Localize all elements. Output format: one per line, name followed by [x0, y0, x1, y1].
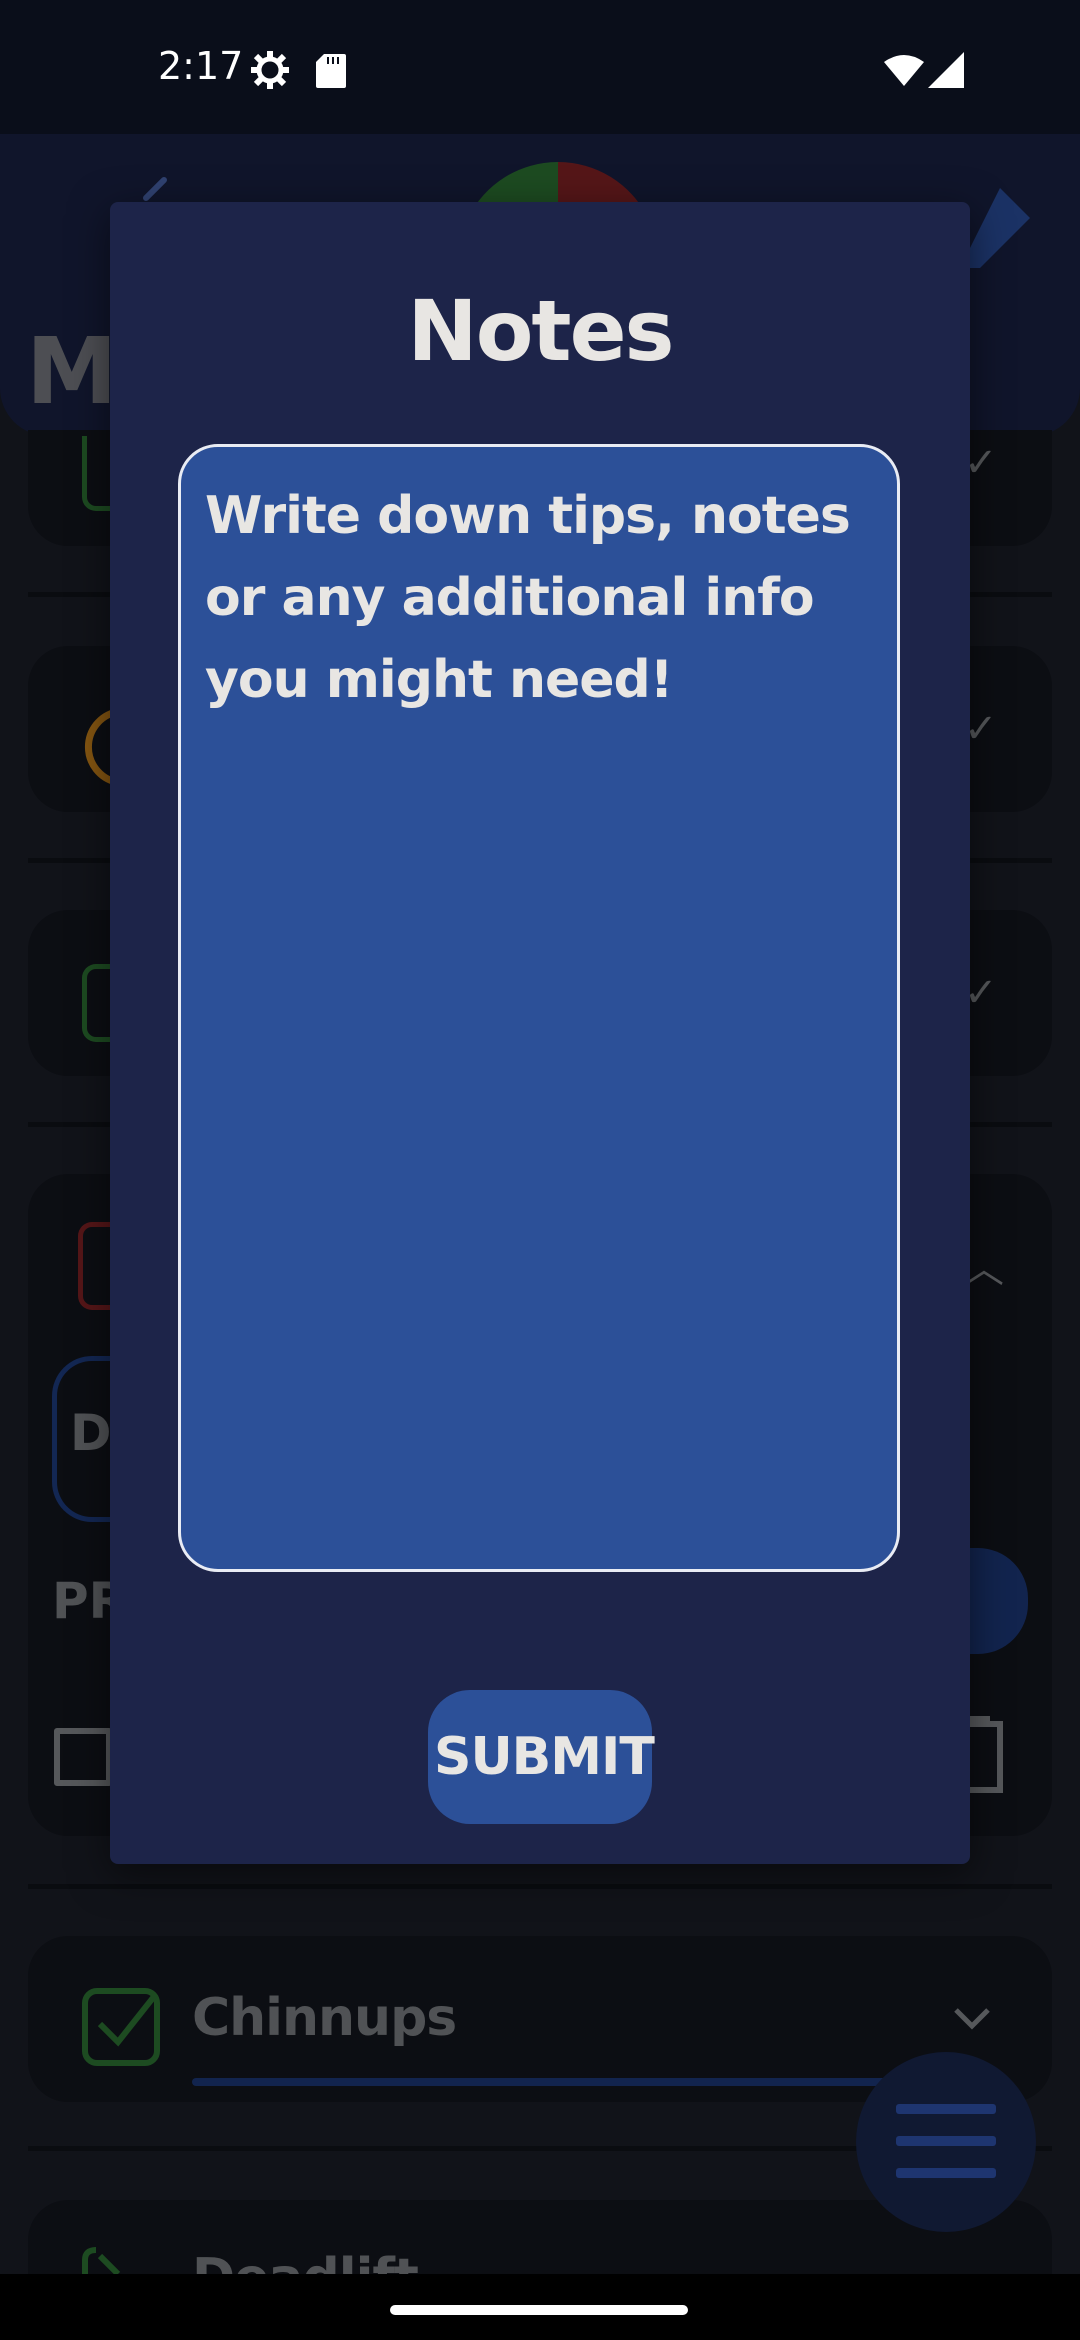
status-time: 2:17 [158, 44, 244, 88]
notes-dialog: Notes SUBMIT [110, 202, 970, 1864]
notes-textarea[interactable] [178, 444, 900, 1572]
signal-icon [928, 52, 964, 93]
wifi-icon [884, 54, 924, 91]
submit-button[interactable]: SUBMIT [428, 1690, 655, 1824]
menu-icon-line [896, 2168, 996, 2178]
menu-fab[interactable] [856, 2052, 1036, 2232]
menu-icon [896, 2104, 996, 2114]
settings-icon [250, 50, 290, 95]
menu-icon-line [896, 2136, 996, 2146]
sd-card-icon [316, 54, 346, 93]
dialog-title: Notes [407, 282, 674, 380]
home-gesture-handle[interactable] [390, 2305, 688, 2315]
